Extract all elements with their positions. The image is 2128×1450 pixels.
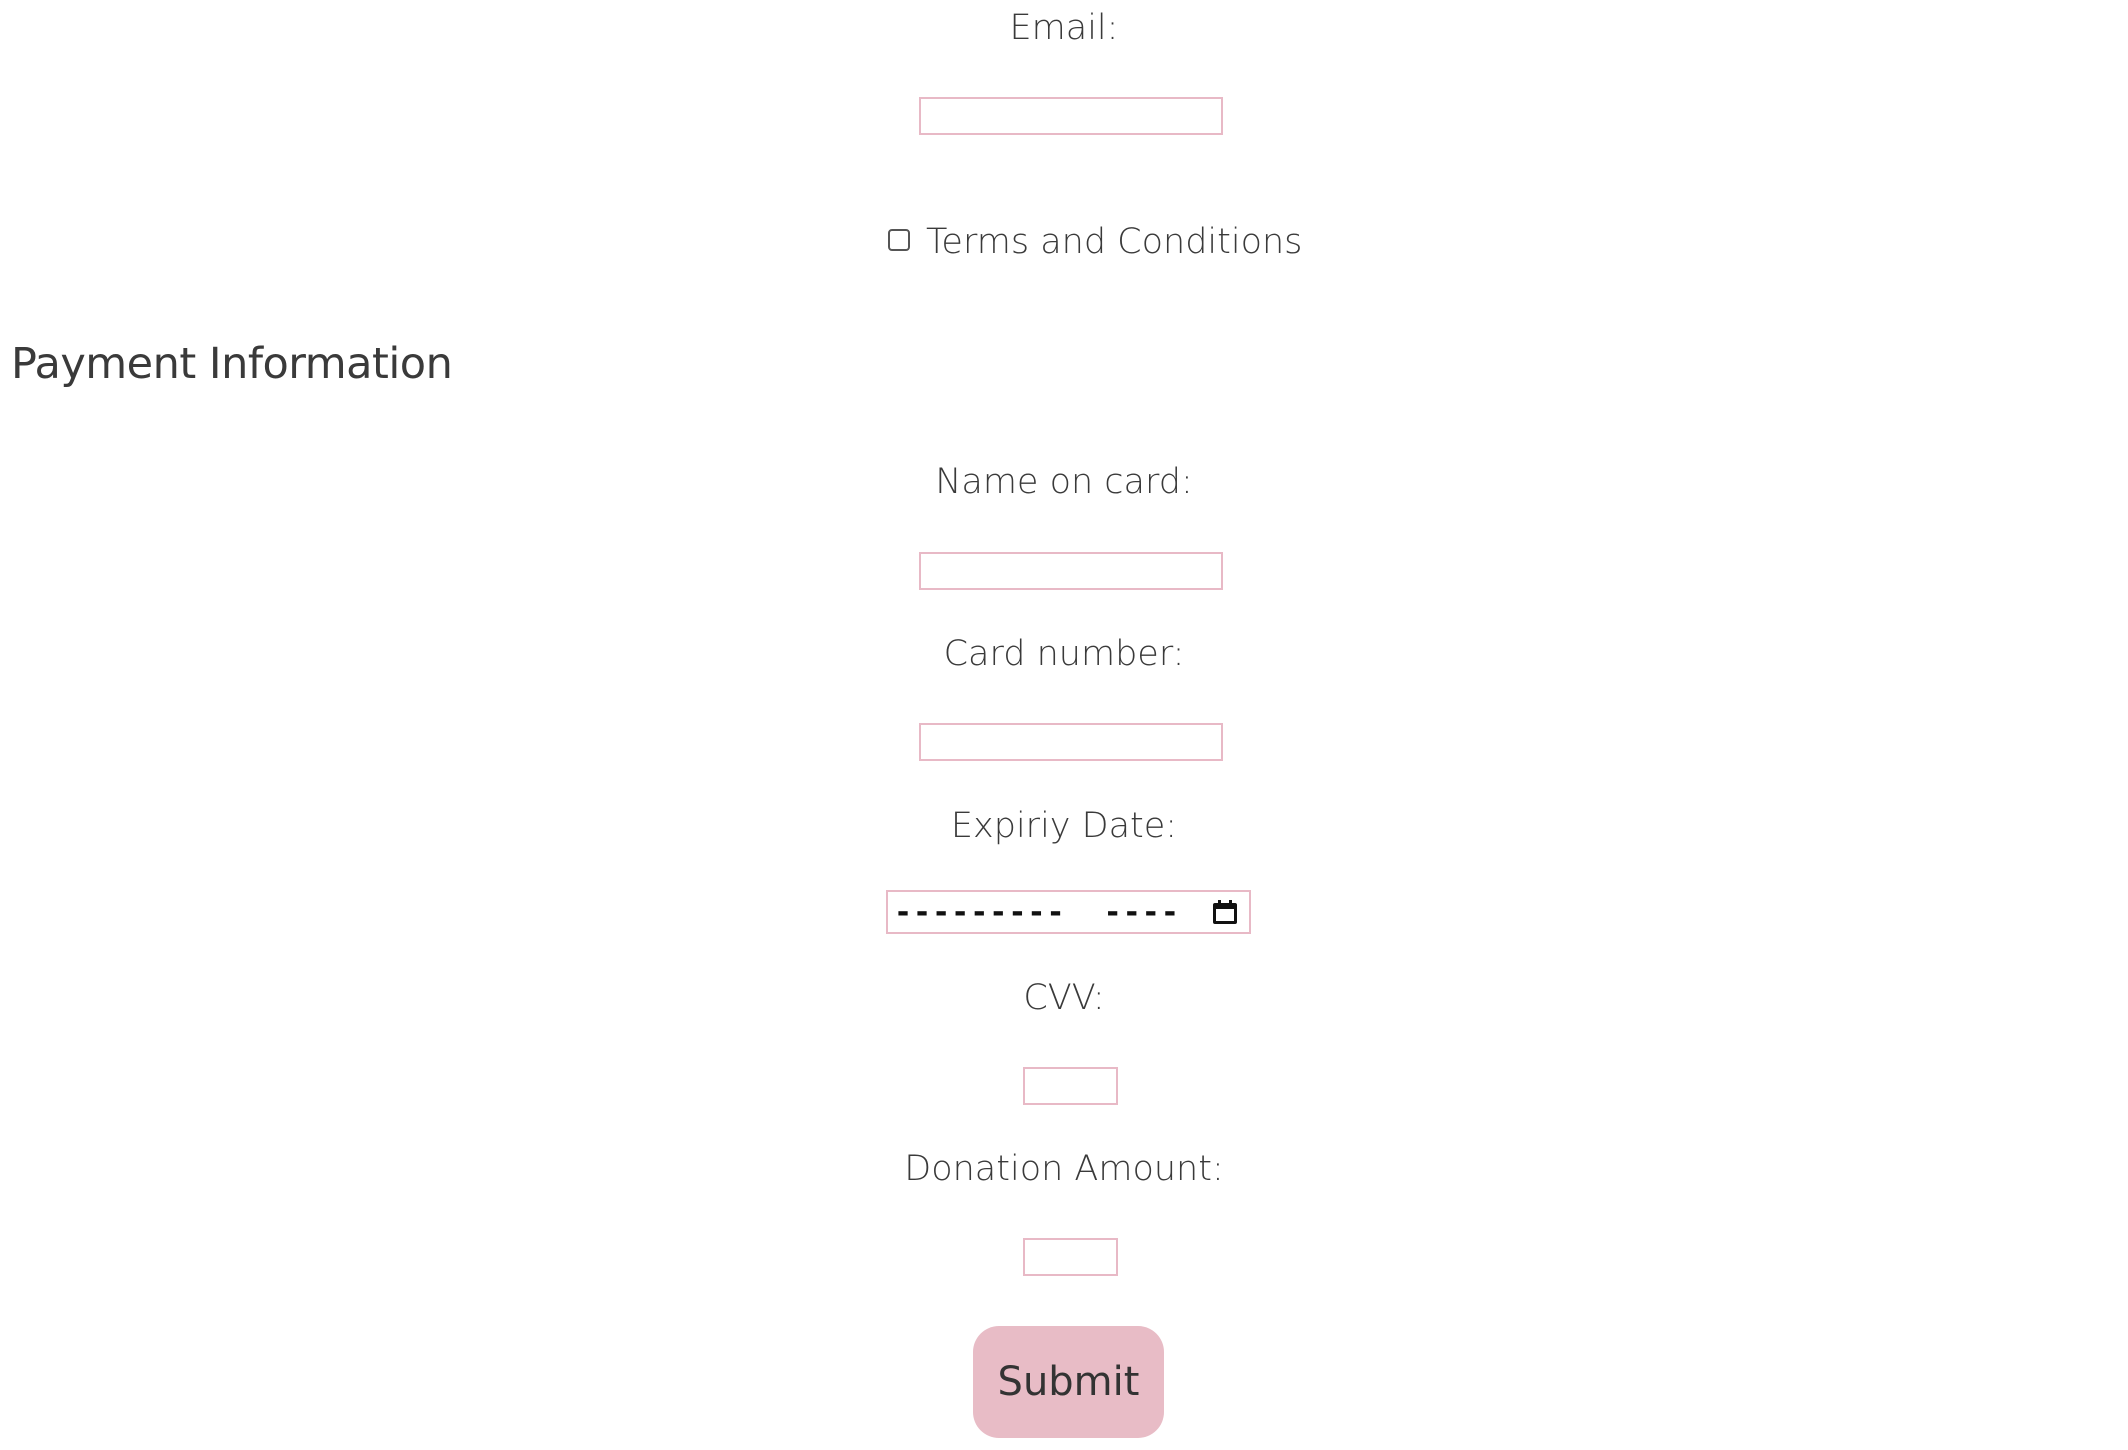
name-on-card-label: Name on card:	[935, 462, 1193, 502]
terms-checkbox[interactable]	[888, 229, 910, 251]
card-number-label: Card number:	[943, 634, 1185, 674]
donation-amount-label: Donation Amount:	[904, 1149, 1224, 1189]
expiry-date-placeholder: --------- ----	[894, 894, 1180, 930]
donation-amount-field[interactable]	[1023, 1238, 1118, 1276]
name-on-card-field[interactable]	[919, 552, 1223, 590]
calendar-icon[interactable]	[1213, 900, 1237, 924]
card-number-field[interactable]	[919, 723, 1223, 761]
payment-heading: Payment Information	[11, 339, 453, 389]
cvv-label: CVV:	[1023, 978, 1105, 1018]
email-field[interactable]	[919, 97, 1223, 135]
terms-label[interactable]: Terms and Conditions	[926, 220, 1302, 264]
terms-row[interactable]: Terms and Conditions	[888, 220, 1302, 264]
cvv-field[interactable]	[1023, 1067, 1118, 1105]
expiry-date-field[interactable]: --------- ----	[886, 890, 1251, 934]
payment-form-page: Email: Terms and Conditions Payment Info…	[0, 0, 2128, 1450]
email-label: Email:	[1009, 8, 1119, 48]
expiry-date-label: Expiriy Date:	[950, 806, 1178, 846]
submit-button[interactable]: Submit	[973, 1326, 1164, 1438]
